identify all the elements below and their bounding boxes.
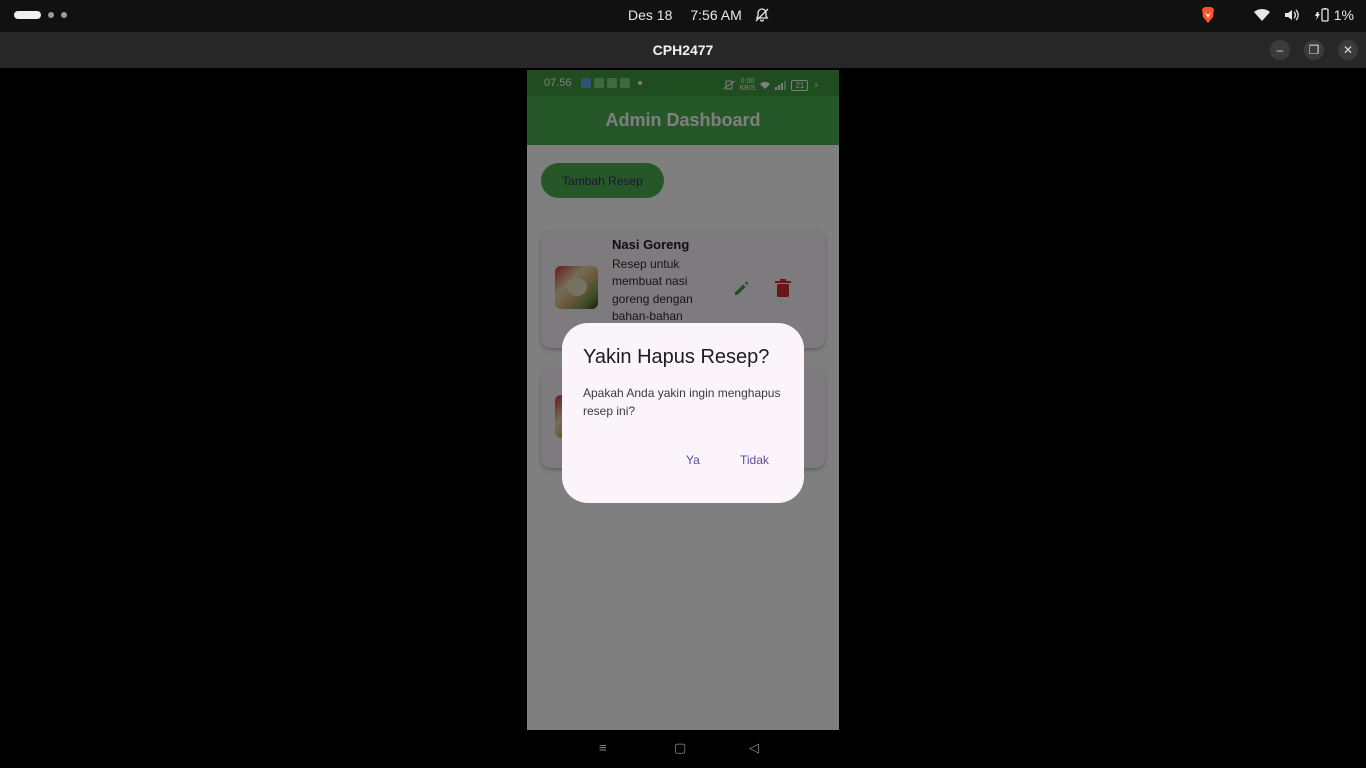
- android-nav-bar: ≡ ▢ ◁: [0, 730, 1366, 768]
- delete-confirm-dialog: Yakin Hapus Resep? Apakah Anda yakin ing…: [562, 323, 804, 503]
- active-workspace-pill[interactable]: [14, 11, 41, 19]
- window-title: CPH2477: [652, 42, 714, 58]
- confirm-button[interactable]: Ya: [686, 453, 700, 467]
- battery-percent: 1%: [1333, 7, 1354, 23]
- home-icon[interactable]: ▢: [674, 740, 686, 756]
- close-button[interactable]: ✕: [1338, 40, 1358, 60]
- phone-screen: 07.56 0.00 KB/S 21 ⚡ Admin Dashboard Tam…: [527, 70, 839, 730]
- clock[interactable]: Des 18 7:56 AM: [628, 7, 770, 23]
- notifications-muted-icon: [755, 8, 769, 22]
- minimize-icon: –: [1276, 43, 1284, 57]
- wifi-icon[interactable]: [1253, 8, 1270, 22]
- volume-icon[interactable]: [1284, 8, 1300, 22]
- minimize-button[interactable]: –: [1270, 40, 1290, 60]
- workspace-indicator[interactable]: [14, 11, 67, 19]
- restore-icon: ❐: [1308, 43, 1320, 57]
- battery-charging-icon[interactable]: [1314, 7, 1330, 23]
- system-tray[interactable]: 1%: [1200, 6, 1354, 24]
- restore-button[interactable]: ❐: [1304, 40, 1324, 60]
- window-title-bar[interactable]: CPH2477 – ❐ ✕: [0, 32, 1366, 68]
- back-icon[interactable]: ◁: [749, 740, 759, 756]
- workspace-dot[interactable]: [48, 12, 54, 18]
- system-top-bar: Des 18 7:56 AM 1%: [0, 0, 1366, 32]
- workspace-dot[interactable]: [61, 12, 67, 18]
- dialog-title: Yakin Hapus Resep?: [583, 346, 770, 368]
- dialog-message: Apakah Anda yakin ingin menghapus resep …: [583, 386, 781, 418]
- brave-browser-icon[interactable]: [1200, 6, 1216, 24]
- recent-apps-icon[interactable]: ≡: [599, 740, 607, 755]
- cancel-button[interactable]: Tidak: [740, 453, 769, 467]
- close-icon: ✕: [1342, 43, 1354, 57]
- date-label: Des 18: [628, 7, 673, 23]
- time-label: 7:56 AM: [690, 7, 742, 23]
